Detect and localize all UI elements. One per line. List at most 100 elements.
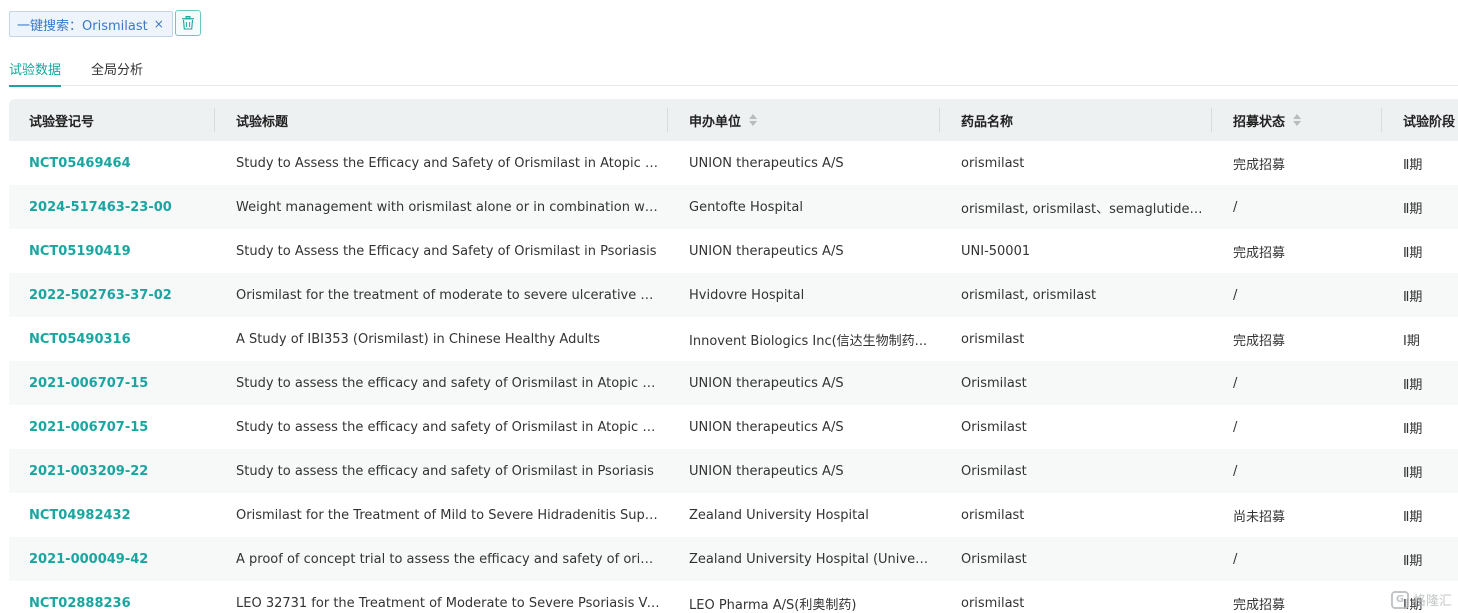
sponsor: Zealand University Hospital (Universi... [689, 551, 940, 567]
drug-name: orismilast, orismilast [961, 287, 1097, 303]
trial-phase: Ⅱ期 [1403, 201, 1423, 217]
trial-phase: Ⅱ期 [1403, 157, 1423, 173]
watermark-text: 格隆汇 [1412, 594, 1452, 609]
registration-link[interactable]: 2024-517463-23-00 [9, 200, 215, 215]
trial-phase: Ⅱ期 [1403, 465, 1423, 481]
table-row[interactable]: 2024-517463-23-00 Weight management with… [9, 185, 1458, 229]
recruitment-status: 完成招募 [1233, 245, 1286, 261]
sponsor: UNION therapeutics A/S [689, 243, 844, 259]
drug-name: Orismilast [961, 551, 1027, 567]
table-row[interactable]: NCT02888236 LEO 32731 for the Treatment … [9, 581, 1458, 613]
table-body: NCT05469464 Study to Assess the Efficacy… [9, 141, 1458, 613]
recruitment-status: 完成招募 [1233, 597, 1286, 613]
drug-name: Orismilast [961, 419, 1027, 435]
column-header-label: 试验阶段 [1403, 114, 1456, 130]
column-header-label: 申办单位 [689, 114, 742, 130]
table-row[interactable]: NCT05469464 Study to Assess the Efficacy… [9, 141, 1458, 185]
registration-link[interactable]: 2022-502763-37-02 [9, 288, 215, 303]
registration-link[interactable]: 2021-006707-15 [9, 420, 215, 435]
recruitment-status: 尚未招募 [1233, 509, 1286, 525]
table-row[interactable]: 2021-006707-15 Study to assess the effic… [9, 405, 1458, 449]
trial-title: Study to assess the efficacy and safety … [236, 419, 668, 435]
drug-name: Orismilast [961, 375, 1027, 391]
sponsor: UNION therapeutics A/S [689, 375, 844, 391]
column-header-label: 招募状态 [1233, 114, 1286, 130]
recruitment-status: / [1233, 551, 1238, 567]
table-row[interactable]: NCT05490316 A Study of IBI353 (Orismilas… [9, 317, 1458, 361]
table-row[interactable]: NCT04982432 Orismilast for the Treatment… [9, 493, 1458, 537]
column-header-drug[interactable]: 药品名称 [939, 99, 1212, 141]
registration-link[interactable]: 2021-000049-42 [9, 552, 215, 567]
table-row[interactable]: 2021-003209-22 Study to assess the effic… [9, 449, 1458, 493]
column-header-recruitment[interactable]: 招募状态 [1211, 99, 1382, 141]
sponsor: UNION therapeutics A/S [689, 463, 844, 479]
column-header-sponsor[interactable]: 申办单位 [667, 99, 940, 141]
sponsor: Innovent Biologics Inc(信达生物制药... [689, 333, 928, 349]
trial-title: Study to assess the efficacy and safety … [236, 463, 654, 479]
trial-title: Orismilast for the treatment of moderate… [236, 287, 668, 303]
sponsor: Zealand University Hospital [689, 507, 869, 523]
column-header-label: 试验标题 [236, 114, 289, 130]
registration-link[interactable]: NCT02888236 [9, 596, 215, 611]
tab-global-analysis[interactable]: 全局分析 [91, 56, 143, 86]
recruitment-status: / [1233, 287, 1238, 303]
sort-icon[interactable] [1293, 114, 1302, 126]
trial-phase: Ⅱ期 [1403, 421, 1423, 437]
sponsor: Hvidovre Hospital [689, 287, 805, 303]
column-divider [939, 108, 940, 132]
sponsor: UNION therapeutics A/S [689, 419, 844, 435]
table-row[interactable]: 2022-502763-37-02 Orismilast for the tre… [9, 273, 1458, 317]
column-header-registration-no[interactable]: 试验登记号 [9, 99, 215, 141]
table-row[interactable]: 2021-006707-15 Study to assess the effic… [9, 361, 1458, 405]
recruitment-status: / [1233, 375, 1238, 391]
trial-title: Study to Assess the Efficacy and Safety … [236, 155, 668, 171]
trial-title: A Study of IBI353 (Orismilast) in Chines… [236, 331, 601, 347]
trial-title: LEO 32731 for the Treatment of Moderate … [236, 595, 668, 611]
table-row[interactable]: NCT05190419 Study to Assess the Efficacy… [9, 229, 1458, 273]
trial-title: A proof of concept trial to assess the e… [236, 551, 668, 567]
registration-link[interactable]: 2021-006707-15 [9, 376, 215, 391]
column-divider [1381, 108, 1382, 132]
registration-link[interactable]: 2021-003209-22 [9, 464, 215, 479]
drug-name: orismilast [961, 595, 1025, 611]
page: 一键搜索：Orismilast × 试验数据 全局分析 试验登记号 试验标题 申 [0, 0, 1458, 613]
table-header: 试验登记号 试验标题 申办单位 药品名称 招募状态 试验阶段 [9, 99, 1458, 141]
watermark: G 格隆汇 [1390, 590, 1452, 609]
search-tag[interactable]: 一键搜索：Orismilast × [9, 11, 173, 37]
registration-link[interactable]: NCT05190419 [9, 244, 215, 259]
column-header-label: 药品名称 [961, 114, 1014, 130]
column-header-phase[interactable]: 试验阶段 [1381, 99, 1458, 141]
registration-link[interactable]: NCT04982432 [9, 508, 215, 523]
trash-icon [182, 16, 194, 30]
trial-phase: Ⅰ期 [1403, 333, 1420, 349]
table-row[interactable]: 2021-000049-42 A proof of concept trial … [9, 537, 1458, 581]
column-header-title[interactable]: 试验标题 [214, 99, 668, 141]
trial-phase: Ⅱ期 [1403, 553, 1423, 569]
drug-name: orismilast [961, 331, 1025, 347]
watermark-logo-icon: G [1390, 590, 1409, 609]
trial-title: Study to assess the efficacy and safety … [236, 375, 668, 391]
recruitment-status: / [1233, 463, 1238, 479]
trial-phase: Ⅱ期 [1403, 289, 1423, 305]
close-icon[interactable]: × [154, 18, 164, 30]
registration-link[interactable]: NCT05490316 [9, 332, 215, 347]
trial-phase: Ⅱ期 [1403, 245, 1423, 261]
trial-title: Weight management with orismilast alone … [236, 199, 668, 215]
trial-title: Orismilast for the Treatment of Mild to … [236, 507, 668, 523]
recruitment-status: 完成招募 [1233, 333, 1286, 349]
sponsor: UNION therapeutics A/S [689, 155, 844, 171]
tab-trial-data[interactable]: 试验数据 [9, 56, 62, 87]
drug-name: orismilast [961, 507, 1025, 523]
delete-button[interactable] [175, 10, 201, 36]
recruitment-status: 完成招募 [1233, 157, 1286, 173]
sponsor: Gentofte Hospital [689, 199, 803, 215]
trials-table: 试验登记号 试验标题 申办单位 药品名称 招募状态 试验阶段 NCT054694… [9, 99, 1458, 613]
trial-phase: Ⅱ期 [1403, 509, 1423, 525]
sort-icon[interactable] [749, 114, 758, 126]
column-header-label: 试验登记号 [29, 114, 95, 130]
column-divider [1211, 108, 1212, 132]
recruitment-status: / [1233, 199, 1238, 215]
registration-link[interactable]: NCT05469464 [9, 156, 215, 171]
drug-name: UNI-50001 [961, 243, 1031, 259]
search-tag-label: 一键搜索：Orismilast [17, 18, 148, 34]
